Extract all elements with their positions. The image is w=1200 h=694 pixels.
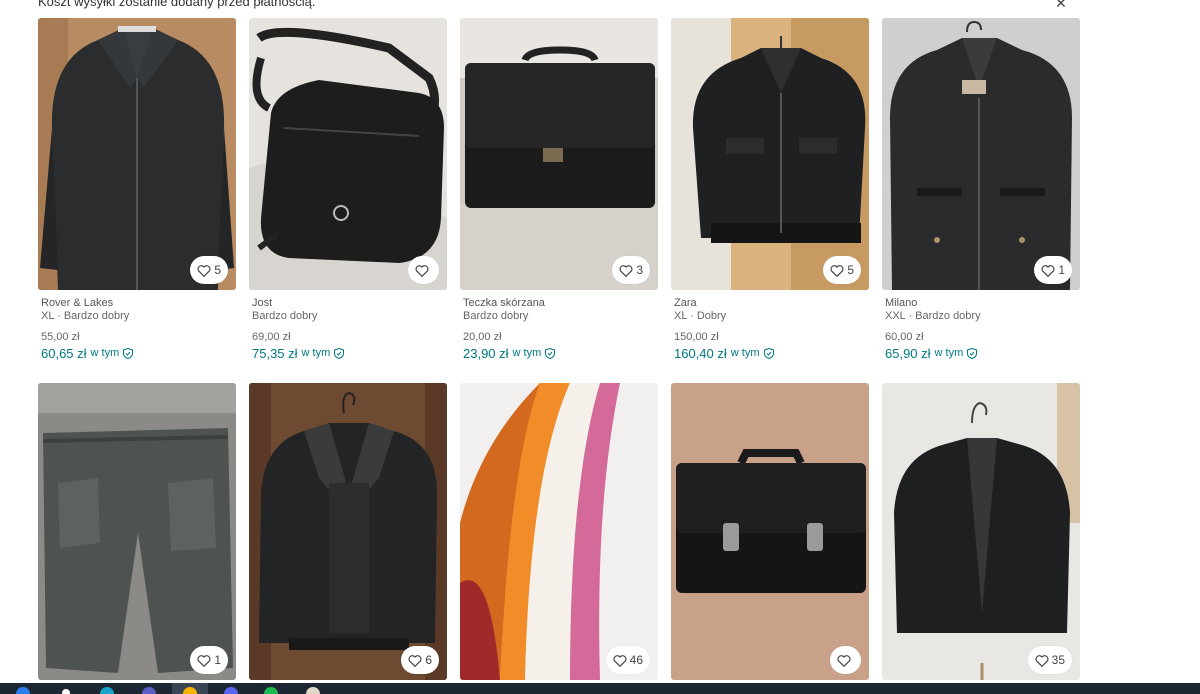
favorite-button[interactable]: 46 (605, 646, 650, 674)
item-total-label: w tym (512, 347, 542, 359)
favorite-button[interactable]: 1 (190, 646, 228, 674)
shipping-notice-text: Koszt wysyłki zostanie dodany przed płat… (38, 0, 316, 9)
item-brand: Milano (885, 297, 918, 309)
music-app-icon[interactable] (264, 687, 278, 694)
item-size-condition: Bardzo dobry (252, 310, 318, 322)
item-size-condition: XXL · Bardzo dobry (885, 310, 981, 322)
item-photo-leather-jacket[interactable]: 5 (38, 18, 236, 290)
heart-icon (1035, 654, 1049, 667)
heart-icon (1041, 264, 1055, 277)
item-total-label: w tym (934, 347, 964, 359)
item-brand: Teczka skórzana (463, 297, 545, 309)
item-total-value: 75,35 zł (252, 346, 298, 361)
favorite-count: 6 (425, 653, 432, 667)
favorite-button[interactable] (408, 256, 439, 284)
item-photo-briefcase[interactable]: 3 (460, 18, 658, 290)
star-app-icon[interactable] (183, 687, 197, 694)
heart-icon (619, 264, 633, 277)
item-brand: Jost (252, 297, 273, 309)
heart-icon (197, 264, 211, 277)
chat-app-icon[interactable] (224, 687, 238, 694)
item-total-value: 65,90 zł (885, 346, 931, 361)
item-total-label: w tym (730, 347, 760, 359)
item-total-price[interactable]: 23,90 zł w tym (463, 346, 658, 361)
item-photo-cargo-shorts[interactable]: 1 (38, 383, 236, 680)
item-info: Jost Bardzo dobry 69,00 zł 75,35 zł w ty… (252, 297, 447, 361)
item-total-price[interactable]: 65,90 zł w tym (885, 346, 1080, 361)
favorite-count: 46 (629, 653, 643, 667)
shield-check-icon (545, 348, 556, 359)
item-photo-flag[interactable]: 46 (460, 383, 658, 680)
item-info: Zara XL · Dobry 150,00 zł 160,40 zł w ty… (674, 297, 869, 361)
item-price: 69,00 zł (252, 331, 291, 343)
favorite-count: 1 (214, 653, 221, 667)
heart-icon (837, 654, 851, 667)
favorite-count: 35 (1051, 653, 1065, 667)
item-price: 20,00 zł (463, 331, 502, 343)
close-icon[interactable]: ✕ (1052, 0, 1070, 11)
item-total-price[interactable]: 160,40 zł w tym (674, 346, 869, 361)
item-total-price[interactable]: 75,35 zł w tym (252, 346, 447, 361)
favorite-button[interactable]: 5 (823, 256, 861, 284)
search-icon[interactable] (62, 689, 70, 694)
avatar-app-icon[interactable] (306, 687, 320, 694)
item-photo-shoulder-bag[interactable] (249, 18, 447, 290)
item-info: Rover & Lakes XL · Bardzo dobry 55,00 zł… (41, 297, 236, 361)
favorite-button[interactable]: 6 (401, 646, 439, 674)
shield-check-icon (334, 348, 345, 359)
item-photo-quilted-leather-jacket[interactable]: 35 (882, 383, 1080, 680)
item-price: 150,00 zł (674, 331, 719, 343)
heart-icon (830, 264, 844, 277)
item-total-price[interactable]: 60,65 zł w tym (41, 346, 236, 361)
favorite-button[interactable] (830, 646, 861, 674)
item-brand: Zara (674, 297, 697, 309)
start-icon[interactable] (16, 687, 30, 694)
item-brand: Rover & Lakes (41, 297, 114, 309)
item-info: Milano XXL · Bardzo dobry 60,00 zł 65,90… (885, 297, 1080, 361)
item-total-label: w tym (90, 347, 120, 359)
item-total-value: 23,90 zł (463, 346, 509, 361)
item-photo-satchel[interactable] (671, 383, 869, 680)
item-total-value: 60,65 zł (41, 346, 87, 361)
shield-check-icon (763, 348, 774, 359)
item-size-condition: Bardzo dobry (463, 310, 529, 322)
shipping-notice-banner: Koszt wysyłki zostanie dodany przed płat… (0, 0, 1200, 14)
favorite-count: 3 (636, 263, 643, 277)
heart-icon (408, 654, 422, 667)
os-taskbar (0, 683, 1200, 694)
shield-check-icon (123, 348, 134, 359)
shield-check-icon (967, 348, 978, 359)
item-size-condition: XL · Bardzo dobry (41, 310, 130, 322)
item-price: 55,00 zł (41, 331, 80, 343)
favorite-count: 5 (214, 263, 221, 277)
item-photo-bomber-jacket[interactable]: 5 (671, 18, 869, 290)
heart-icon (415, 264, 429, 277)
item-info: Teczka skórzana Bardzo dobry 20,00 zł 23… (463, 297, 658, 361)
favorite-button[interactable]: 35 (1027, 646, 1072, 674)
favorite-count: 5 (847, 263, 854, 277)
item-price: 60,00 zł (885, 331, 924, 343)
app-icon[interactable] (142, 687, 156, 694)
heart-icon (613, 654, 627, 667)
heart-icon (197, 654, 211, 667)
item-photo-long-leather-jacket[interactable]: 1 (882, 18, 1080, 290)
item-photo-sherpa-jacket[interactable]: 6 (249, 383, 447, 680)
favorite-button[interactable]: 5 (190, 256, 228, 284)
item-size-condition: XL · Dobry (674, 310, 727, 322)
item-total-label: w tym (301, 347, 331, 359)
favorite-button[interactable]: 1 (1034, 256, 1072, 284)
favorite-button[interactable]: 3 (612, 256, 650, 284)
browser-icon[interactable] (100, 687, 114, 694)
item-total-value: 160,40 zł (674, 346, 727, 361)
favorite-count: 1 (1058, 263, 1065, 277)
